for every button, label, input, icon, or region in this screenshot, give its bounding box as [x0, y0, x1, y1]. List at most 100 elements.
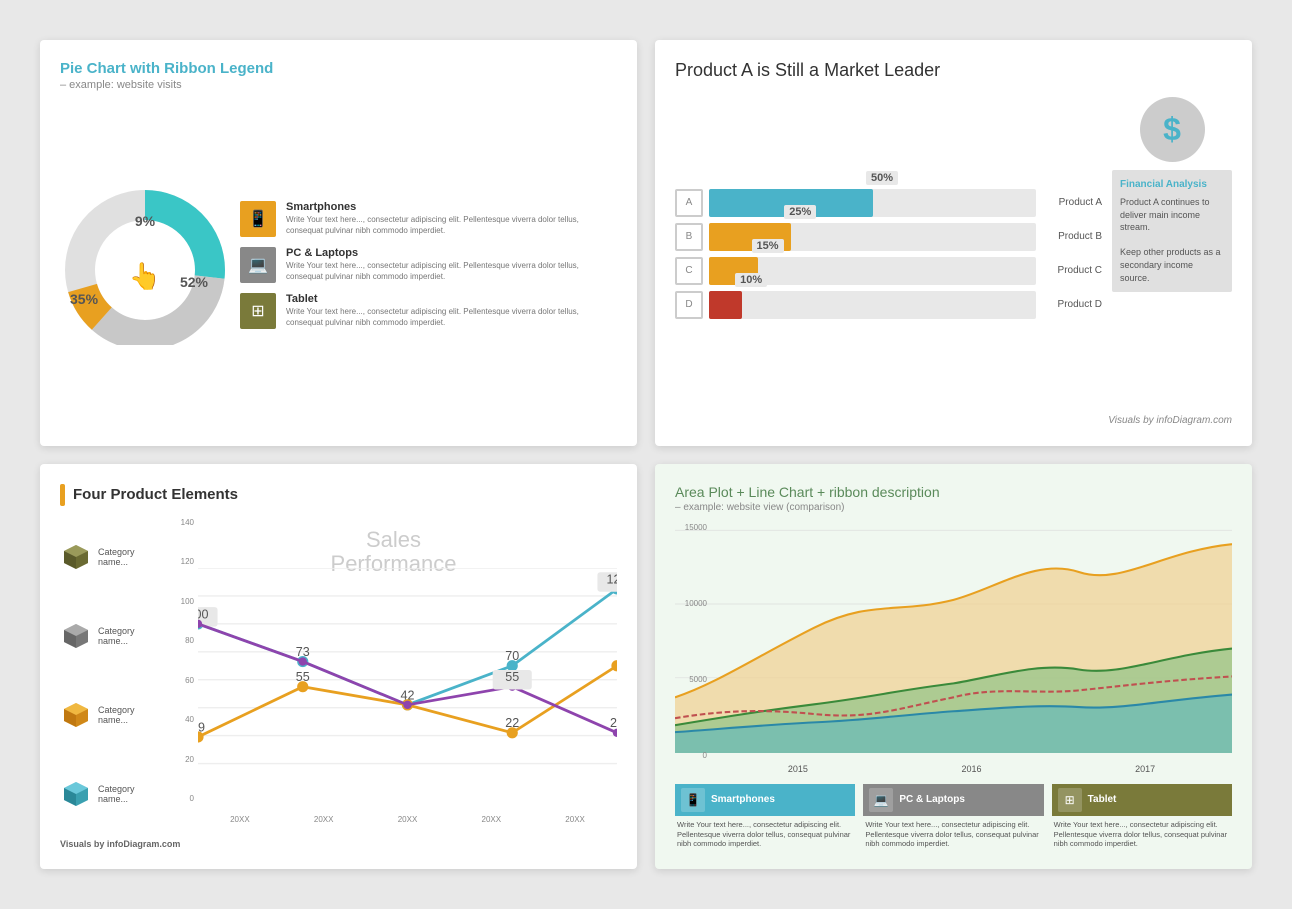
- chart-title-sales: Sales: [366, 527, 421, 552]
- legend-item-smartphones: 📱 Smartphones Write Your text here..., c…: [240, 201, 617, 237]
- area-subtitle: – example: website view (comparison): [675, 502, 1232, 513]
- pie-label-35: 35%: [70, 291, 98, 307]
- ali-header-smartphones: 📱 Smartphones: [675, 784, 855, 816]
- dollar-circle: $: [1140, 97, 1205, 162]
- legend-text-smartphones: Smartphones Write Your text here..., con…: [286, 201, 617, 236]
- four-title: Four Product Elements: [73, 486, 238, 503]
- svg-text:19: 19: [198, 720, 205, 734]
- pie-content: 👆 9% 35% 52% 📱 Smartphones Write Your te…: [60, 105, 617, 426]
- lc-x-axis: 20XX 20XX 20XX 20XX 20XX: [198, 805, 617, 833]
- cat-label-2: Category name...: [98, 626, 160, 646]
- cat-cube-3: [60, 699, 92, 731]
- ali-header-laptops: 💻 PC & Laptops: [863, 784, 1043, 816]
- four-title-area: Four Product Elements: [60, 484, 617, 506]
- bar-pct-d: 10%: [735, 273, 767, 287]
- bar-icon-d: D: [675, 291, 703, 319]
- area-legend-smartphones: 📱 Smartphones Write Your text here..., c…: [675, 784, 855, 849]
- bar-wrapper-a: 50%: [709, 189, 1036, 217]
- line-chart-svg: 100 73 42 70 125 19 55 22: [198, 568, 617, 791]
- bar-icon-c: C: [675, 257, 703, 285]
- pie-label-52: 52%: [180, 274, 208, 290]
- x-label-2017: 2017: [1135, 764, 1155, 774]
- ali-text-tablet: Write Your text here..., consectetur adi…: [1052, 820, 1232, 849]
- bar-pct-c: 15%: [752, 239, 784, 253]
- financial-panel: $ Financial Analysis Product A continues…: [1112, 97, 1232, 411]
- four-product-card: Four Product Elements Category name...: [40, 464, 637, 870]
- bar-wrapper-d: 10%: [709, 291, 1036, 319]
- cat-cube-4: [60, 778, 92, 810]
- line-chart-area: Sales Performance 140 120 100 80 60 40 2…: [170, 518, 617, 834]
- product-b-label: Product B: [1042, 231, 1102, 242]
- smartphones-icon: 📱: [240, 201, 276, 237]
- cat-cube-2: [60, 620, 92, 652]
- product-c-label: Product C: [1042, 265, 1102, 276]
- pie-chart-card: Pie Chart with Ribbon Legend – example: …: [40, 40, 637, 446]
- cat-label-3: Category name...: [98, 705, 160, 725]
- smartphones-desc: Write Your text here..., consectetur adi…: [286, 215, 617, 236]
- x-label-2015: 2015: [788, 764, 808, 774]
- svg-text:73: 73: [296, 644, 310, 658]
- legend-item-tablet: ⊞ Tablet Write Your text here..., consec…: [240, 293, 617, 329]
- bar-title: Product A is Still a Market Leader: [675, 60, 1232, 81]
- ali-label-smartphones: Smartphones: [711, 794, 775, 805]
- svg-text:55: 55: [296, 670, 310, 684]
- ali-header-tablet: ⊞ Tablet: [1052, 784, 1232, 816]
- tablet-label: Tablet: [286, 293, 617, 305]
- bar-chart-area: A 50% Product A B 25% P: [675, 97, 1102, 411]
- four-credit: Visuals by infoDiagram.com: [60, 839, 617, 849]
- bar-pct-a: 50%: [866, 171, 898, 185]
- financial-line2: Keep other products as a secondary incom…: [1120, 246, 1224, 284]
- cat-label-4: Category name...: [98, 784, 160, 804]
- area-x-labels: 2015 2016 2017: [675, 764, 1232, 774]
- cat-label-1: Category name...: [98, 547, 160, 567]
- four-categories: Category name... Category name...: [60, 518, 160, 834]
- x-label-2016: 2016: [961, 764, 981, 774]
- bar-row-d: D 10% Product D: [675, 291, 1102, 319]
- pie-labels: 9% 35% 52%: [60, 185, 230, 345]
- pie-title: Pie Chart with Ribbon Legend: [60, 60, 617, 77]
- lc-y-axis: 140 120 100 80 60 40 20 0: [170, 518, 198, 804]
- area-chart-container: 15000 10000 5000 0: [675, 523, 1232, 760]
- main-grid: Pie Chart with Ribbon Legend – example: …: [0, 0, 1292, 909]
- svg-text:22: 22: [505, 716, 519, 730]
- area-legend: 📱 Smartphones Write Your text here..., c…: [675, 784, 1232, 849]
- bar-bg-d: [709, 291, 1036, 319]
- laptops-label: PC & Laptops: [286, 247, 617, 259]
- bar-pct-b: 25%: [784, 205, 816, 219]
- ali-text-smartphones: Write Your text here..., consectetur adi…: [675, 820, 855, 849]
- ali-icon-smartphones: 📱: [681, 788, 705, 812]
- cat-item-1: Category name...: [60, 541, 160, 573]
- svg-text:70: 70: [505, 649, 519, 663]
- laptops-desc: Write Your text here..., consectetur adi…: [286, 261, 617, 282]
- ali-label-laptops: PC & Laptops: [899, 794, 965, 805]
- laptops-icon: 💻: [240, 247, 276, 283]
- legend-item-laptops: 💻 PC & Laptops Write Your text here..., …: [240, 247, 617, 283]
- cat-item-3: Category name...: [60, 699, 160, 731]
- ali-icon-laptops: 💻: [869, 788, 893, 812]
- cat-cube-1: [60, 541, 92, 573]
- bar-row-a: A 50% Product A: [675, 189, 1102, 217]
- bar-content: A 50% Product A B 25% P: [675, 97, 1232, 411]
- ali-icon-tablet: ⊞: [1058, 788, 1082, 812]
- svg-text:100: 100: [198, 607, 208, 621]
- pie-subtitle: – example: website visits: [60, 79, 617, 91]
- legend-text-tablet: Tablet Write Your text here..., consecte…: [286, 293, 617, 328]
- product-d-label: Product D: [1042, 299, 1102, 310]
- area-plot-card: Area Plot + Line Chart + ribbon descript…: [655, 464, 1252, 870]
- area-legend-laptops: 💻 PC & Laptops Write Your text here..., …: [863, 784, 1043, 849]
- tablet-desc: Write Your text here..., consectetur adi…: [286, 307, 617, 328]
- svg-text:125: 125: [607, 572, 617, 586]
- pie-legend: 📱 Smartphones Write Your text here..., c…: [230, 201, 617, 329]
- area-chart-svg: [675, 523, 1232, 760]
- ali-label-tablet: Tablet: [1088, 794, 1117, 805]
- tablet-icon: ⊞: [240, 293, 276, 329]
- smartphones-label: Smartphones: [286, 201, 617, 213]
- pie-label-9: 9%: [135, 213, 155, 229]
- financial-line1: Product A continues to deliver main inco…: [1120, 196, 1224, 234]
- area-y-labels: 15000 10000 5000 0: [675, 523, 711, 760]
- bar-fill-d: [709, 291, 742, 319]
- four-bar-accent: [60, 484, 65, 506]
- ali-text-laptops: Write Your text here..., consectetur adi…: [863, 820, 1043, 849]
- area-title: Area Plot + Line Chart + ribbon descript…: [675, 484, 1232, 500]
- financial-title: Financial Analysis: [1120, 178, 1224, 192]
